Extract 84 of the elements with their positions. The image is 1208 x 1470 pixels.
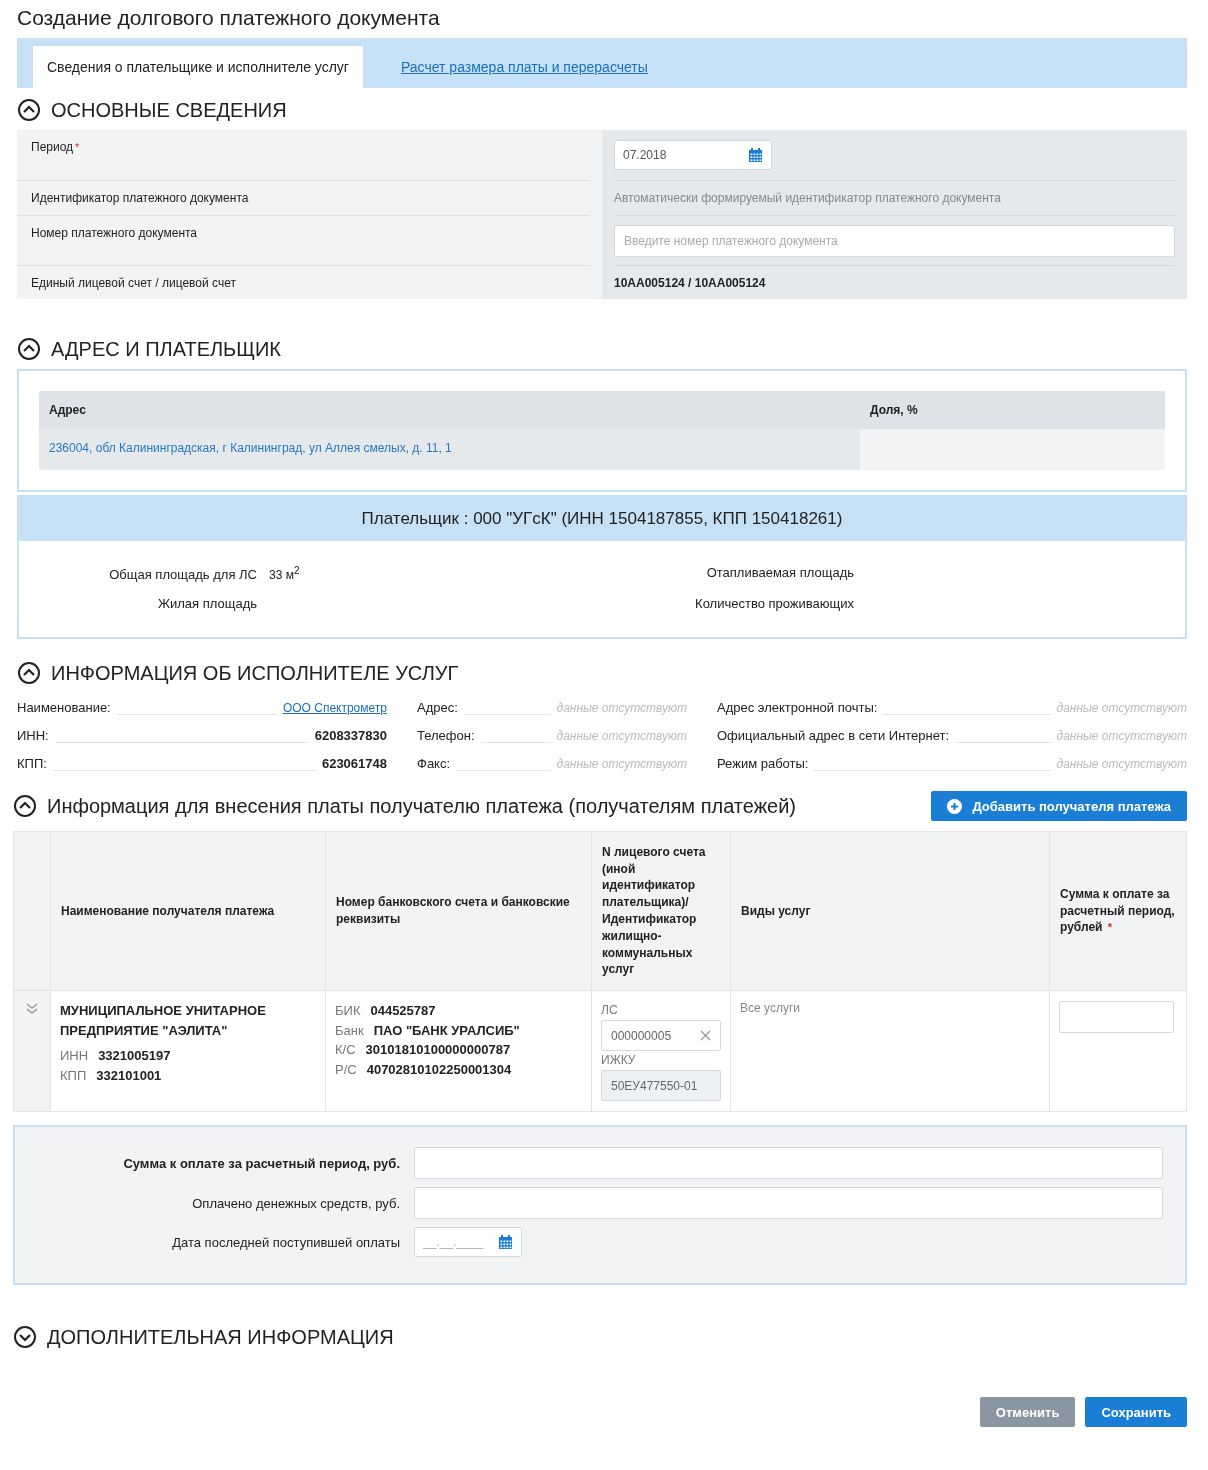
section-title: ОСНОВНЫЕ СВЕДЕНИЯ: [51, 98, 287, 122]
field-value: данные отсутствуют: [1056, 757, 1187, 771]
field-label: Адрес:: [417, 700, 458, 715]
field-value: 40702810102250001304: [366, 1060, 512, 1079]
field-label: КПП:: [17, 756, 47, 771]
section-title: АДРЕС И ПЛАТЕЛЬЩИК: [51, 337, 282, 361]
field-value: 332101001: [96, 1066, 162, 1085]
collapse-icon[interactable]: [17, 98, 41, 122]
recipient-name: МУНИЦИПАЛЬНОЕ УНИТАРНОЕ ПРЕДПРИЯТИЕ "АЭЛИТА": [60, 1002, 267, 1040]
field-label: Отапливаемая площадь: [705, 565, 854, 580]
field-label: Дата последней поступившей оплаты: [171, 1234, 400, 1250]
field-label: Официальный адрес в сети Интернет:: [717, 728, 950, 743]
field-label: Оплачено денежных средств, руб.: [191, 1195, 400, 1211]
auto-id-text: Автоматически формируемый идентификатор платежного документа: [614, 191, 1001, 205]
account-number: 10АА005124 / 10АА005124: [614, 275, 766, 290]
plus-icon: [947, 798, 963, 814]
field-label: Количество проживающих: [694, 596, 854, 611]
save-button[interactable]: Сохранить: [1085, 1397, 1187, 1427]
account-field[interactable]: 000000005: [601, 1020, 721, 1051]
column-header: Номер банковского счета и банковские реквизиты: [325, 832, 591, 990]
field-label: Банк: [335, 1021, 364, 1040]
field-label: Общая площадь для ЛС: [108, 567, 257, 582]
field-label: Режим работы:: [717, 756, 809, 771]
field-label: Жилая площадь: [156, 596, 257, 611]
field-value: 30101810100000000787: [365, 1041, 511, 1059]
column-header: Наименование получателя платежа: [50, 832, 325, 990]
field-label: Факс:: [417, 756, 451, 771]
field-label: Сумма к оплате за расчетный период, руб.: [122, 1155, 400, 1171]
add-recipient-button[interactable]: Добавить получателя платежа: [931, 791, 1187, 821]
required-mark: *: [1107, 921, 1113, 934]
period-field[interactable]: 07.2018: [614, 140, 772, 170]
input-field[interactable]: Введите номер платежного документа: [614, 224, 1175, 257]
amount-field[interactable]: [1059, 1001, 1174, 1033]
field-label: Номер платежного документа: [31, 226, 198, 240]
address-link[interactable]: 236004, обл Калининградская, г Калининград, ул Аллея смелых, д. 11, 1: [49, 441, 452, 455]
calendar-icon[interactable]: [498, 1234, 513, 1250]
cancel-button[interactable]: Отменить: [979, 1397, 1076, 1427]
column-header: Виды услуг: [730, 832, 1049, 990]
tab[interactable]: Расчет размера платы и перерасчеты: [386, 46, 662, 88]
field-label: ИЖКУ: [601, 1053, 637, 1067]
tab[interactable]: Сведения о плательщике и исполнителе услуг: [33, 46, 363, 88]
collapse-icon[interactable]: [17, 337, 41, 361]
field-label: Р/С: [335, 1060, 357, 1079]
page-title: Создание долгового платежного документа: [17, 6, 441, 30]
section-title: Информация для внесения платы получателю платежа (получателям платежей): [47, 794, 796, 818]
payer-banner: Плательщик : 000 "УГсК" (ИНН 1504187855, КПП 150418261): [19, 497, 1185, 541]
column-header: Доля, %: [860, 391, 1165, 429]
column-header: N лицевого счета (иной идентификатор плательщика)/ Идентификатор жилищно-коммунальных услуг: [591, 832, 730, 990]
field-label: ЛС: [601, 1003, 619, 1017]
field-label: ИНН: [60, 1047, 89, 1065]
field-value: данные отсутствуют: [556, 757, 687, 771]
double-chevron-down-icon[interactable]: [26, 1003, 38, 1015]
services-text: Все услуги: [740, 1001, 800, 1015]
clear-icon[interactable]: [700, 1030, 711, 1041]
field-label: БИК: [335, 1002, 361, 1020]
collapse-icon[interactable]: [13, 794, 37, 818]
service-id-field: 50ЕУ477550-01: [601, 1070, 721, 1101]
field-label: Единый лицевой счет / лицевой счет: [31, 276, 236, 290]
column-header: Адрес: [39, 391, 860, 429]
contractor-link[interactable]: ООО Спектрометр: [282, 701, 387, 715]
field-value: 623061748: [321, 756, 387, 771]
date-field[interactable]: __.__.____: [414, 1227, 522, 1257]
field-label: Период: [31, 140, 74, 154]
required-mark: *: [75, 141, 80, 153]
field-value: 3321005197: [98, 1047, 171, 1065]
field-label: Телефон:: [417, 728, 475, 743]
field-value: 044525787: [370, 1002, 436, 1020]
field-label: Наименование:: [17, 700, 111, 715]
field-value: 6208337830: [314, 728, 387, 743]
section-title: ДОПОЛНИТЕЛЬНАЯ ИНФОРМАЦИЯ: [47, 1325, 394, 1349]
calendar-icon[interactable]: [748, 147, 763, 163]
column-header: Сумма к оплате за расчетный период, рублей *: [1049, 832, 1186, 990]
input-field[interactable]: [414, 1147, 1163, 1179]
field-value: ПАО "БАНК УРАЛСИБ": [373, 1021, 520, 1040]
field-label: К/С: [335, 1041, 356, 1059]
field-value: 33 м$^{2}$: [269, 565, 301, 582]
field-label: КПП: [60, 1066, 87, 1085]
field-label: Адрес электронной почты:: [717, 700, 878, 715]
input-field[interactable]: [414, 1187, 1163, 1219]
collapse-icon[interactable]: [17, 661, 41, 685]
expand-icon[interactable]: [13, 1325, 37, 1349]
section-title: ИНФОРМАЦИЯ ОБ ИСПОЛНИТЕЛЕ УСЛУГ: [51, 661, 459, 685]
field-label: Идентификатор платежного документа: [31, 191, 249, 205]
field-label: ИНН:: [17, 728, 49, 743]
